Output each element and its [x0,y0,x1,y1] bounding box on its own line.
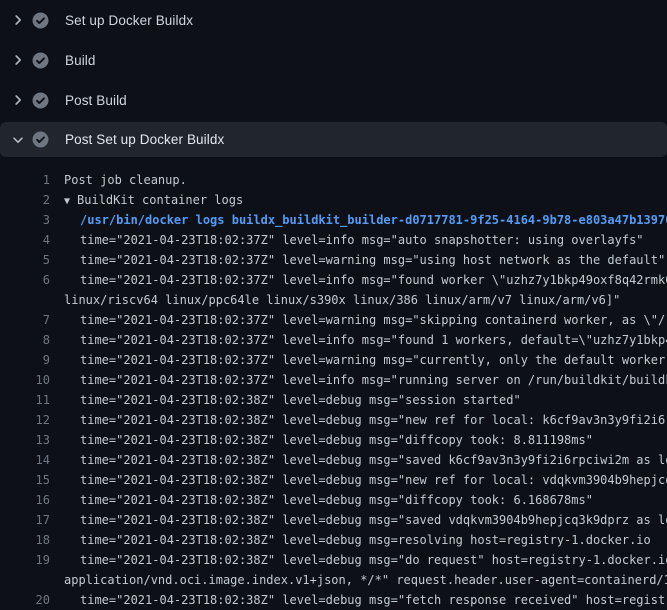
log-line-number[interactable]: 18 [0,530,50,550]
log-line-text: time="2021-04-23T18:02:37Z" level=info m… [64,330,667,350]
log-line: 14 time="2021-04-23T18:02:38Z" level=deb… [0,450,667,470]
log-line: 7 time="2021-04-23T18:02:37Z" level=warn… [0,310,667,330]
log-line: 6 time="2021-04-23T18:02:37Z" level=info… [0,270,667,290]
log-line-number [0,290,50,310]
log-line-number[interactable]: 4 [0,230,50,250]
step-row-build[interactable]: Build [0,40,667,80]
log-line-continuation: application/vnd.oci.image.index.v1+json,… [0,570,667,590]
log-line-text: ▼ BuildKit container logs [64,190,243,210]
log-line-number[interactable]: 5 [0,250,50,270]
check-circle-icon [32,52,49,69]
log-line: 18 time="2021-04-23T18:02:38Z" level=deb… [0,530,667,550]
log-group-label[interactable]: BuildKit container logs [77,193,243,207]
log-line: 12 time="2021-04-23T18:02:38Z" level=deb… [0,410,667,430]
log-line-text: time="2021-04-23T18:02:37Z" level=warnin… [64,350,667,370]
log-command-text: /usr/bin/docker logs buildx_buildkit_bui… [64,210,667,230]
log-line-text: time="2021-04-23T18:02:37Z" level=info m… [64,230,644,250]
log-line: 4 time="2021-04-23T18:02:37Z" level=info… [0,230,667,250]
log-line-number[interactable]: 10 [0,370,50,390]
log-line-text: time="2021-04-23T18:02:38Z" level=debug … [64,430,593,450]
log-line-number[interactable]: 14 [0,450,50,470]
log-line-number[interactable]: 19 [0,550,50,570]
log-line: 19 time="2021-04-23T18:02:38Z" level=deb… [0,550,667,570]
step-title: Build [65,53,96,68]
log-line-text: time="2021-04-23T18:02:38Z" level=debug … [64,530,651,550]
log-line: 10 time="2021-04-23T18:02:37Z" level=inf… [0,370,667,390]
chevron-right-icon[interactable] [10,92,26,108]
chevron-right-icon[interactable] [10,12,26,28]
log-line-number[interactable]: 20 [0,590,50,610]
triangle-down-icon[interactable]: ▼ [64,192,70,210]
log-line-text: time="2021-04-23T18:02:38Z" level=debug … [64,450,667,470]
log-line-text: time="2021-04-23T18:02:38Z" level=debug … [64,390,521,410]
chevron-down-icon[interactable] [10,132,26,148]
log-line-text: time="2021-04-23T18:02:38Z" level=debug … [64,590,667,610]
log-line-number[interactable]: 17 [0,510,50,530]
log-line-text: time="2021-04-23T18:02:37Z" level=warnin… [64,310,667,330]
step-row-post-set-up-docker-buildx[interactable]: Post Set up Docker Buildx [0,122,667,157]
step-title: Post Set up Docker Buildx [65,132,224,147]
log-line: 13 time="2021-04-23T18:02:38Z" level=deb… [0,430,667,450]
log-line: 17 time="2021-04-23T18:02:38Z" level=deb… [0,510,667,530]
steps-list: Set up Docker Buildx Build Post Build [0,0,667,157]
log-line-text: time="2021-04-23T18:02:37Z" level=warnin… [64,250,665,270]
log-viewer: 1 Post job cleanup. 2 ▼ BuildKit containe… [0,157,667,610]
chevron-right-icon[interactable] [10,52,26,68]
step-row-post-build[interactable]: Post Build [0,80,667,120]
log-line-number[interactable]: 7 [0,310,50,330]
log-line: 15 time="2021-04-23T18:02:38Z" level=deb… [0,470,667,490]
log-line: 9 time="2021-04-23T18:02:37Z" level=warn… [0,350,667,370]
log-line: 16 time="2021-04-23T18:02:38Z" level=deb… [0,490,667,510]
log-line: 2 ▼ BuildKit container logs [0,190,667,210]
log-line-text: linux/riscv64 linux/ppc64le linux/s390x … [64,290,620,310]
log-line-continuation: linux/riscv64 linux/ppc64le linux/s390x … [0,290,667,310]
log-line-number[interactable]: 1 [0,170,50,190]
log-line: 5 time="2021-04-23T18:02:37Z" level=warn… [0,250,667,270]
log-line-text: time="2021-04-23T18:02:37Z" level=info m… [64,370,667,390]
log-line-number[interactable]: 3 [0,210,50,230]
log-line-text: application/vnd.oci.image.index.v1+json,… [64,570,667,590]
log-line: 3 /usr/bin/docker logs buildx_buildkit_b… [0,210,667,230]
log-line-number[interactable]: 9 [0,350,50,370]
log-line-number[interactable]: 16 [0,490,50,510]
step-row-set-up-docker-buildx[interactable]: Set up Docker Buildx [0,0,667,40]
log-line-number[interactable]: 6 [0,270,50,290]
log-line: 20 time="2021-04-23T18:02:38Z" level=deb… [0,590,667,610]
log-line-text: time="2021-04-23T18:02:38Z" level=debug … [64,490,593,510]
log-line-number[interactable]: 15 [0,470,50,490]
log-line: 1 Post job cleanup. [0,170,667,190]
check-circle-icon [32,12,49,29]
log-line-number[interactable]: 8 [0,330,50,350]
log-line-number[interactable]: 2 [0,190,50,210]
log-line-text: time="2021-04-23T18:02:37Z" level=info m… [64,270,667,290]
log-line-text: time="2021-04-23T18:02:38Z" level=debug … [64,510,667,530]
check-circle-icon [32,131,49,148]
check-circle-icon [32,92,49,109]
log-line-number[interactable]: 11 [0,390,50,410]
log-line-number[interactable]: 12 [0,410,50,430]
log-line-text: time="2021-04-23T18:02:38Z" level=debug … [64,470,667,490]
log-line-number[interactable]: 13 [0,430,50,450]
step-title: Set up Docker Buildx [65,13,193,28]
log-line-text: time="2021-04-23T18:02:38Z" level=debug … [64,550,667,570]
log-line: 8 time="2021-04-23T18:02:37Z" level=info… [0,330,667,350]
log-line: 11 time="2021-04-23T18:02:38Z" level=deb… [0,390,667,410]
step-title: Post Build [65,93,127,108]
log-line-text: Post job cleanup. [64,170,187,190]
log-line-text: time="2021-04-23T18:02:38Z" level=debug … [64,410,667,430]
log-line-number [0,570,50,590]
